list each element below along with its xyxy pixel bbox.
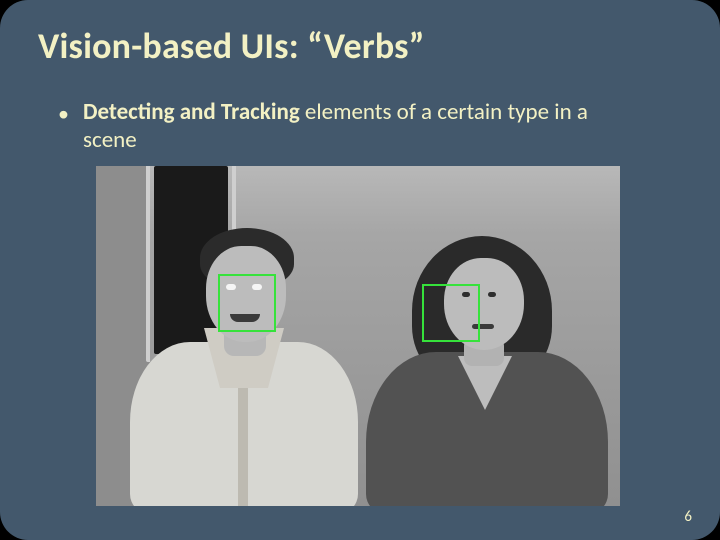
slide-title: Vision-based UIs: “Verbs” (38, 24, 425, 68)
bullet-text: Detecting and Tracking elements of a cer… (83, 98, 618, 154)
bullet-item: • Detecting and Tracking elements of a c… (58, 98, 618, 154)
page-number: 6 (684, 508, 692, 526)
content-image (96, 166, 620, 506)
bullet-bold: Detecting and Tracking (83, 98, 300, 126)
person1-shirt-detail (238, 376, 248, 506)
bullet-dot-icon: • (58, 100, 69, 128)
person2-eye (488, 292, 496, 297)
slide: Vision-based UIs: “Verbs” • Detecting an… (0, 0, 720, 540)
face-tracking-box (218, 274, 276, 332)
face-tracking-box (422, 284, 480, 342)
